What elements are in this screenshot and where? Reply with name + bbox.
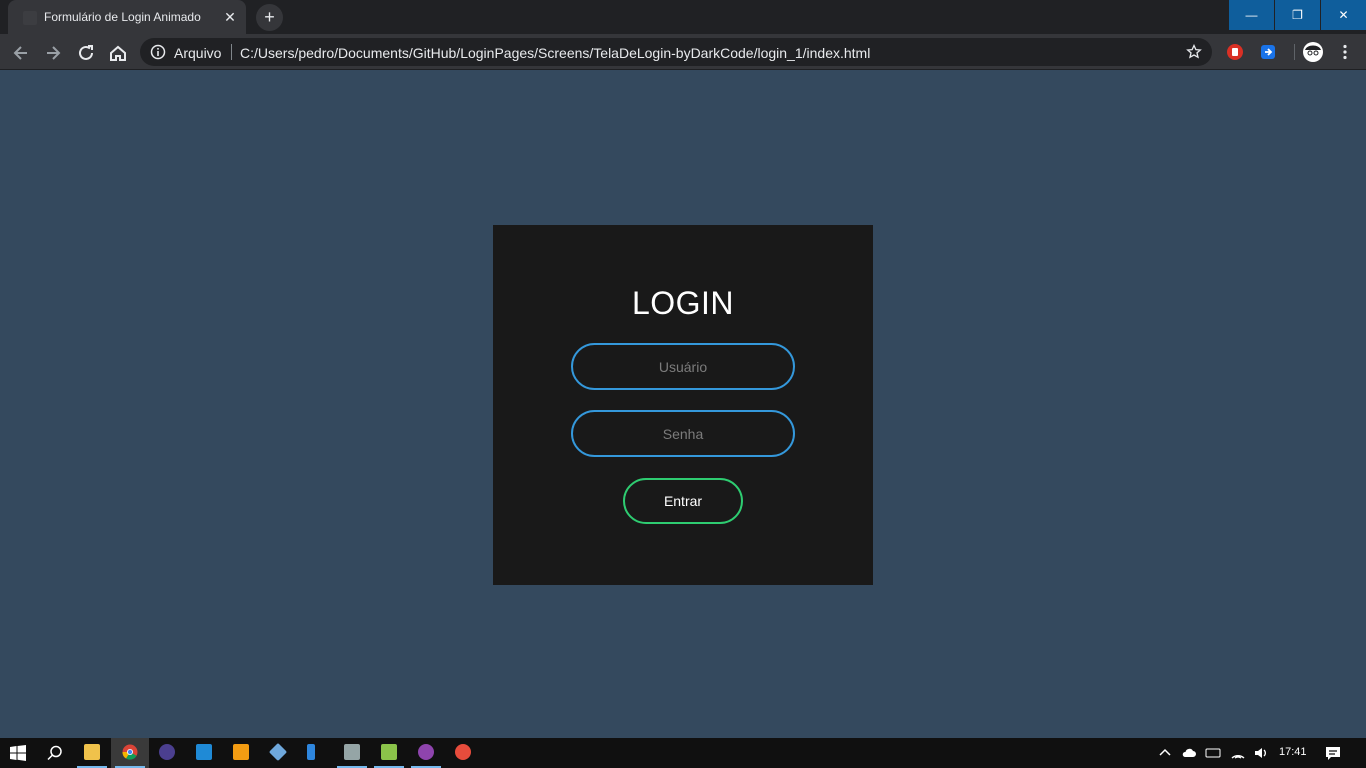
tab-title: Formulário de Login Animado bbox=[44, 10, 201, 24]
browser-menu-icon[interactable] bbox=[1336, 43, 1354, 61]
username-input[interactable] bbox=[571, 343, 795, 390]
browser-toolbar: Arquivo C:/Users/pedro/Documents/GitHub/… bbox=[0, 34, 1366, 70]
windows-start-icon[interactable] bbox=[10, 745, 26, 761]
chrome-icon[interactable] bbox=[111, 738, 149, 768]
login-form-container bbox=[493, 225, 873, 585]
taskbar-clock[interactable]: 17:41 bbox=[1279, 746, 1307, 758]
window-minimize-button[interactable]: — bbox=[1229, 0, 1274, 30]
wifi-icon[interactable] bbox=[1230, 745, 1246, 761]
notifications-icon[interactable] bbox=[1325, 745, 1341, 761]
app-icon[interactable] bbox=[370, 738, 408, 768]
cloud-icon[interactable] bbox=[1181, 745, 1197, 761]
red-extension-icon[interactable] bbox=[1226, 43, 1244, 61]
forward-arrow-icon[interactable] bbox=[42, 42, 64, 64]
tab-close-icon[interactable]: ✕ bbox=[220, 7, 240, 27]
profile-avatar-icon[interactable] bbox=[1302, 41, 1324, 63]
app-icon[interactable] bbox=[296, 738, 334, 768]
bookmark-star-icon[interactable] bbox=[1186, 44, 1202, 60]
browser-tab-bar: Formulário de Login Animado ✕ + — ❐ ✕ bbox=[0, 0, 1366, 34]
sublime-text-icon[interactable] bbox=[222, 738, 260, 768]
site-info-icon[interactable] bbox=[150, 44, 166, 60]
address-bar[interactable]: Arquivo C:/Users/pedro/Documents/GitHub/… bbox=[140, 38, 1212, 66]
windows-taskbar: 17:41 bbox=[0, 738, 1366, 768]
blue-extension-icon[interactable] bbox=[1259, 43, 1277, 61]
address-divider bbox=[231, 44, 232, 60]
login-submit-button[interactable]: Entrar bbox=[623, 478, 743, 524]
toolbar-divider bbox=[1294, 44, 1295, 60]
login-title: LOGIN bbox=[631, 285, 735, 321]
page-favicon-icon bbox=[23, 11, 37, 25]
chevron-up-icon[interactable] bbox=[1157, 745, 1173, 761]
address-url[interactable]: C:/Users/pedro/Documents/GitHub/LoginPag… bbox=[240, 45, 870, 61]
reload-icon[interactable] bbox=[75, 42, 97, 64]
browser-tab[interactable]: Formulário de Login Animado ✕ bbox=[8, 0, 246, 34]
app-icon[interactable] bbox=[444, 738, 482, 768]
volume-icon[interactable] bbox=[1253, 745, 1269, 761]
keyboard-language-icon[interactable] bbox=[1205, 745, 1221, 761]
new-tab-button[interactable]: + bbox=[256, 4, 283, 31]
app-icon[interactable] bbox=[259, 738, 297, 768]
address-scheme-label: Arquivo bbox=[174, 45, 222, 61]
home-icon[interactable] bbox=[107, 42, 129, 64]
file-explorer-icon[interactable] bbox=[73, 738, 111, 768]
search-icon[interactable] bbox=[47, 745, 63, 761]
app-icon[interactable] bbox=[333, 738, 371, 768]
password-input[interactable] bbox=[571, 410, 795, 457]
vscode-icon[interactable] bbox=[185, 738, 223, 768]
terminal-icon[interactable] bbox=[148, 738, 186, 768]
app-icon[interactable] bbox=[407, 738, 445, 768]
window-restore-button[interactable]: ❐ bbox=[1275, 0, 1320, 30]
window-close-button[interactable]: ✕ bbox=[1321, 0, 1366, 30]
back-arrow-icon[interactable] bbox=[10, 42, 32, 64]
